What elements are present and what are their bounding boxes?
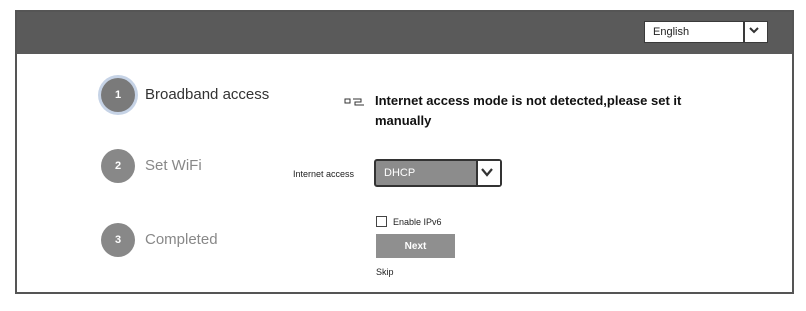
step-number-badge: 2 [101,149,135,183]
enable-ipv6-checkbox[interactable] [376,216,387,227]
language-select[interactable]: English [644,21,768,43]
step-label: Broadband access [145,86,270,103]
step-number-badge: 3 [101,223,135,257]
top-bar: English [17,12,792,54]
step-number-badge: 1 [101,78,135,112]
chevron-down-icon [481,168,493,177]
step-label: Completed [145,231,218,248]
wizard-frame: English 1 Broadband access 2 Set WiFi 3 … [15,10,794,294]
internet-access-label: Internet access [293,169,355,179]
step-label: Set WiFi [145,157,202,174]
internet-access-value: DHCP [384,167,416,179]
chevron-down-icon [749,27,759,34]
detection-notice: Internet access mode is not detected,ple… [375,93,682,128]
enable-ipv6-option[interactable]: Enable IPv6 [376,216,442,227]
language-dropdown-arrow[interactable] [743,22,767,42]
internet-access-dropdown-arrow[interactable] [476,161,500,185]
link-icon [344,98,364,106]
internet-access-select[interactable]: DHCP [374,159,502,187]
skip-link[interactable]: Skip [376,267,394,277]
language-value: English [653,26,690,38]
next-button[interactable]: Next [376,234,455,258]
enable-ipv6-label: Enable IPv6 [393,216,442,227]
